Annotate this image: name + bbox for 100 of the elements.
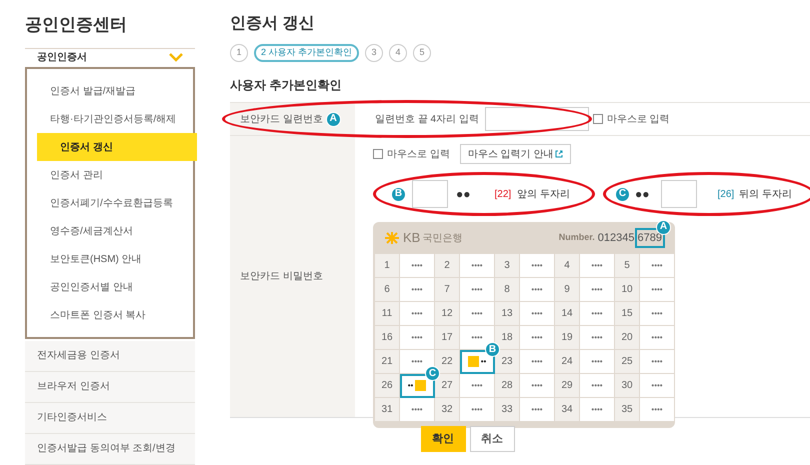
cell-number: 19: [555, 326, 580, 350]
masked-digits: ••••: [531, 332, 543, 344]
checkbox-label: 마우스로 입력: [387, 148, 450, 162]
cell-number: 13: [495, 302, 520, 326]
submenu-item[interactable]: 인증서 갱신: [37, 133, 197, 161]
guide-button[interactable]: 마우스 입력기 안내: [460, 144, 572, 164]
checkbox[interactable]: [373, 149, 383, 159]
masked-digits: ••••: [591, 308, 603, 320]
digits-hint: 뒤의 두자리: [739, 188, 792, 202]
masked-digits: ••••: [651, 380, 663, 392]
submenu-item[interactable]: 인증서 관리: [27, 161, 193, 189]
cell-number: 4: [555, 254, 580, 278]
cell-number: 34: [555, 398, 580, 422]
sidebar-item[interactable]: 전자세금용 인증서: [25, 341, 195, 372]
step-indicator: 5: [413, 44, 432, 62]
marker-badge: B: [391, 186, 406, 202]
masked-digits: ••••: [531, 404, 543, 416]
serial-input-field[interactable]: [484, 107, 589, 131]
first-digits-input[interactable]: [412, 180, 448, 208]
masked-digits: ••••: [591, 260, 603, 272]
checkbox-label: 마우스로 입력: [606, 112, 670, 126]
masked-digits: ••••: [651, 260, 663, 272]
cell-number: 12: [435, 302, 460, 326]
submenu-item[interactable]: 타행·타기관인증서등록/해제: [27, 105, 193, 133]
cell-number: 29: [555, 374, 580, 398]
masked-digits: ••••: [411, 404, 423, 416]
submenu-item[interactable]: 영수증/세금계산서: [27, 217, 193, 245]
sidebar-item[interactable]: 기타인증서비스: [25, 403, 195, 434]
sidebar-item[interactable]: 인증서발급 동의여부 조회/변경: [25, 434, 195, 465]
masked-digits: ••••: [411, 284, 423, 296]
cell-number: 9: [555, 278, 580, 302]
cell-reference: [22]: [494, 188, 512, 202]
cell-reference: [26]: [718, 188, 734, 202]
digits-hint: 앞의 두자리: [517, 188, 570, 202]
masked-digits: ••••: [651, 284, 663, 296]
masked-digits: ••••: [471, 284, 483, 296]
cell-number: 5: [615, 254, 640, 278]
masked-digits: ••••: [411, 260, 423, 272]
step-indicator: 4: [389, 44, 408, 62]
cell-number: 11: [375, 302, 400, 326]
card-number: 012345: [598, 230, 635, 246]
external-link-icon: [555, 150, 564, 158]
cell-number: 10: [615, 278, 640, 302]
masked-digits: ••••: [471, 332, 483, 344]
cell-number: 21: [375, 350, 400, 374]
cell-number: 32: [435, 398, 460, 422]
masked-digits: ••••: [531, 380, 543, 392]
masked-digits: ••••: [651, 332, 663, 344]
sidebar-title: 공인인증센터: [25, 12, 195, 48]
submenu-item[interactable]: 인증서 발급/재발급: [27, 77, 193, 105]
last-digits-input[interactable]: [660, 180, 696, 208]
menu-group-header[interactable]: 공인인증서: [25, 48, 195, 67]
marker-badge: A: [326, 112, 341, 126]
cell-number: 8: [495, 278, 520, 302]
cell-number: 35: [615, 398, 640, 422]
cell-number: 14: [555, 302, 580, 326]
masked-digits: ••••: [591, 380, 603, 392]
submenu-item[interactable]: 보안토큰(HSM) 안내: [27, 245, 193, 273]
cell-number: 23: [495, 350, 520, 374]
entry-square: [468, 356, 479, 367]
cancel-button[interactable]: 취소: [470, 426, 514, 452]
entered-dots: ●●: [456, 186, 470, 203]
cell-number: 1: [375, 254, 400, 278]
submenu-item[interactable]: 스마트폰 인증서 복사: [27, 301, 193, 329]
masked-digits: ••••: [591, 284, 603, 296]
cell-number: 15: [615, 302, 640, 326]
masked-digits: ••••: [591, 332, 603, 344]
submenu-item[interactable]: 인증서폐기/수수료환급등록: [27, 189, 193, 217]
masked-digits: ••••: [651, 404, 663, 416]
masked-digits: ••••: [591, 404, 603, 416]
step-indicator: 1: [230, 44, 248, 62]
masked-digits: ••••: [471, 404, 483, 416]
cell-number: 7: [435, 278, 460, 302]
masked-digits: ••••: [651, 356, 663, 368]
masked-digits: ••••: [531, 308, 543, 320]
cell-number: 31: [375, 398, 400, 422]
masked-digits: ••••: [411, 332, 423, 344]
cell-number: 25: [615, 350, 640, 374]
row-label: 보안카드 비밀번호: [240, 270, 323, 284]
cell-number: 6: [375, 278, 400, 302]
bank-name: 국민은행: [422, 232, 462, 246]
masked-digits: ••••: [531, 356, 543, 368]
sidebar-item[interactable]: 브라우저 인증서: [25, 372, 195, 403]
submenu-item[interactable]: 공인인증서별 안내: [27, 273, 193, 301]
cell-number: 22: [435, 350, 460, 374]
number-label: Number.: [558, 231, 595, 244]
masked-digits: ••••: [591, 356, 603, 368]
confirm-button[interactable]: 확인: [420, 426, 466, 452]
bank-code: KB: [403, 229, 420, 248]
row-label: 보안카드 일련번호: [240, 112, 323, 126]
masked-digits: ••••: [411, 308, 423, 320]
cell-number: 16: [375, 326, 400, 350]
masked-digits: ••••: [651, 308, 663, 320]
cell-number: 18: [495, 326, 520, 350]
masked-digits: ••••: [531, 284, 543, 296]
star-logo-icon: [383, 231, 401, 245]
checkbox[interactable]: [592, 114, 603, 124]
masked-digits: ••••: [531, 260, 543, 272]
page-title: 인증서 갱신: [230, 14, 316, 34]
masked-digits: ••••: [471, 308, 483, 320]
